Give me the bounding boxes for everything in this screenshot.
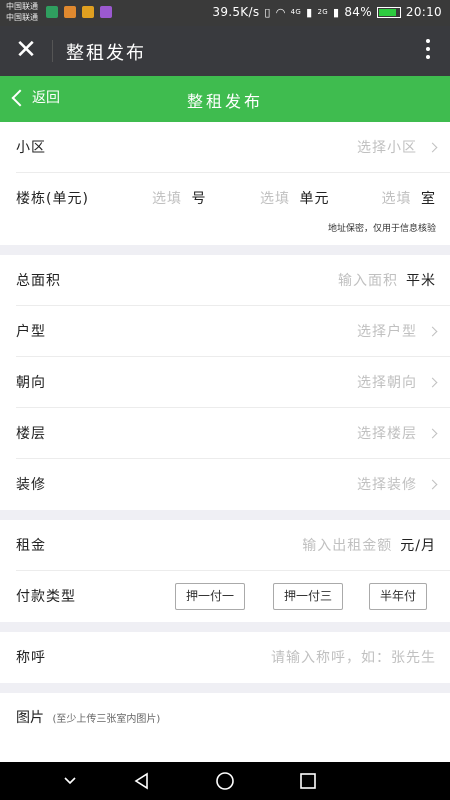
app-notification-icon xyxy=(64,6,76,18)
layout-label: 户型 xyxy=(16,324,46,340)
room-number-field[interactable]: 选填 室 xyxy=(382,188,436,208)
form-content: 小区 选择小区 楼栋(单元) 选填 号 选填 单元 选填 室 地址保密，仅用于信… xyxy=(0,122,450,762)
network-4g: 4G xyxy=(290,8,302,16)
rent-label: 租金 xyxy=(16,538,46,554)
floor-label: 楼层 xyxy=(16,426,46,442)
area-unit: 平米 xyxy=(406,273,436,289)
photo-label: 图片 xyxy=(16,710,44,726)
decoration-select[interactable]: 选择装修 xyxy=(357,474,438,494)
building-row: 楼栋(单元) 选填 号 选填 单元 选填 室 地址保密，仅用于信息核验 xyxy=(16,173,450,245)
carrier-1: 中国联通 xyxy=(6,2,38,11)
rent-unit: 元/月 xyxy=(400,538,436,554)
header-divider xyxy=(52,40,53,62)
payment-option-button[interactable]: 押一付三 xyxy=(273,583,344,610)
status-right: 39.5K/s ▯ ◠ 4G ▮ 2G ▮ 84% 20:10 xyxy=(212,5,442,19)
payment-option-button[interactable]: 押一付一 xyxy=(175,583,246,610)
area-input[interactable]: 输入面积 平米 xyxy=(338,270,436,290)
page-header: 返回 整租发布 xyxy=(0,76,450,122)
payment-option-button[interactable]: 半年付 xyxy=(369,583,428,610)
decoration-row[interactable]: 装修 选择装修 xyxy=(16,459,450,510)
community-select[interactable]: 选择小区 xyxy=(357,137,438,157)
photo-hint: (至少上传三张室内图片) xyxy=(52,714,161,725)
status-bar: 中国联通 中国联通 39.5K/s ▯ ◠ 4G ▮ 2G ▮ 84% 20:1… xyxy=(0,0,450,26)
recent-apps-icon[interactable] xyxy=(288,762,328,800)
home-nav-icon[interactable] xyxy=(205,762,245,800)
property-section: 总面积 输入面积 平米 户型 选择户型 朝向 选择朝向 楼层 选择楼层 装修 选… xyxy=(0,255,450,510)
chevron-right-icon xyxy=(427,326,438,336)
carrier-2: 中国联通 xyxy=(6,13,38,22)
name-label: 称呼 xyxy=(16,650,46,666)
photo-label-wrap: 图片 (至少上传三张室内图片) xyxy=(16,707,160,727)
layout-select[interactable]: 选择户型 xyxy=(357,321,438,341)
floor-row[interactable]: 楼层 选择楼层 xyxy=(16,408,450,459)
name-input[interactable]: 请输入称呼，如：张先生 xyxy=(271,647,436,667)
network-2g: 2G xyxy=(317,8,328,16)
chevron-right-icon xyxy=(427,428,438,438)
app-header: ✕ 整租发布 xyxy=(0,26,450,76)
contact-section: 称呼 请输入称呼，如：张先生 xyxy=(0,632,450,683)
network-speed: 39.5K/s xyxy=(212,5,260,19)
photo-section: 图片 (至少上传三张室内图片) xyxy=(0,693,450,762)
building-number-field[interactable]: 选填 号 xyxy=(152,188,206,208)
payment-type-label: 付款类型 xyxy=(16,589,76,605)
orientation-label: 朝向 xyxy=(16,375,46,391)
chevron-right-icon xyxy=(427,479,438,489)
area-row: 总面积 输入面积 平米 xyxy=(16,255,450,306)
community-label: 小区 xyxy=(16,140,46,156)
rent-row: 租金 输入出租金额 元/月 xyxy=(16,520,450,571)
floor-select[interactable]: 选择楼层 xyxy=(357,423,438,443)
area-label: 总面积 xyxy=(16,273,61,289)
orientation-row[interactable]: 朝向 选择朝向 xyxy=(16,357,450,408)
app-notification-icon xyxy=(82,6,94,18)
more-options-icon[interactable] xyxy=(424,35,432,65)
signal-icon: ▮ xyxy=(306,5,313,19)
back-nav-icon[interactable] xyxy=(122,762,162,800)
vibrate-icon: ▯ xyxy=(264,5,271,19)
chevron-right-icon xyxy=(427,377,438,387)
clock: 20:10 xyxy=(405,5,442,19)
system-nav-bar xyxy=(0,762,450,800)
carrier-info: 中国联通 中国联通 xyxy=(6,1,38,23)
app-notification-icon xyxy=(100,6,112,18)
address-section: 小区 选择小区 楼栋(单元) 选填 号 选填 单元 选填 室 地址保密，仅用于信… xyxy=(0,122,450,245)
payment-type-row: 付款类型 押一付一 押一付三 半年付 xyxy=(16,571,450,622)
page-title: 整租发布 xyxy=(186,92,263,111)
photo-row: 图片 (至少上传三张室内图片) xyxy=(16,693,450,744)
battery-icon xyxy=(376,6,401,18)
app-notification-icon xyxy=(46,6,58,18)
rent-section: 租金 输入出租金额 元/月 付款类型 押一付一 押一付三 半年付 xyxy=(0,520,450,622)
building-label: 楼栋(单元) xyxy=(16,191,89,207)
decoration-label: 装修 xyxy=(16,477,46,493)
wifi-icon: ◠ xyxy=(275,5,286,19)
battery-percent: 84% xyxy=(344,5,372,19)
community-row[interactable]: 小区 选择小区 xyxy=(16,122,450,173)
hide-keyboard-icon[interactable] xyxy=(50,762,90,800)
chevron-right-icon xyxy=(427,142,438,152)
community-placeholder: 选择小区 xyxy=(357,140,417,156)
address-privacy-note: 地址保密，仅用于信息核验 xyxy=(327,224,436,234)
orientation-select[interactable]: 选择朝向 xyxy=(357,372,438,392)
unit-number-field[interactable]: 选填 单元 xyxy=(260,188,329,208)
app-header-title: 整租发布 xyxy=(66,43,146,64)
signal-icon: ▮ xyxy=(332,5,340,19)
rent-input[interactable]: 输入出租金额 元/月 xyxy=(302,535,436,555)
close-icon[interactable]: ✕ xyxy=(14,37,38,63)
layout-row[interactable]: 户型 选择户型 xyxy=(16,306,450,357)
notification-icons xyxy=(46,6,112,18)
name-row: 称呼 请输入称呼，如：张先生 xyxy=(16,632,450,683)
